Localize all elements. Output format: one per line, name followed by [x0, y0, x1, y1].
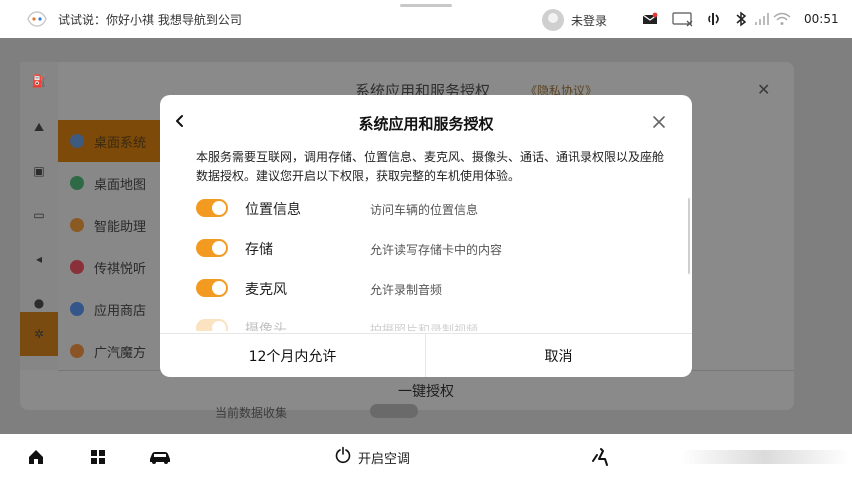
bg-gear-icon: ✲ [33, 327, 45, 341]
message-icon[interactable] [642, 10, 658, 28]
bg-menu-item: 桌面地图 [58, 162, 176, 204]
camera-toggle[interactable] [196, 319, 228, 331]
dock-fade-strip [680, 450, 850, 464]
bg-mic-icon: ● [33, 296, 45, 310]
permission-desc: 访问车辆的位置信息 [370, 203, 479, 217]
signal-icon [754, 10, 770, 28]
permission-name: 存储 [245, 242, 273, 258]
seat-icon[interactable] [588, 447, 610, 467]
cancel-button[interactable]: 取消 [426, 334, 691, 377]
ac-power-button[interactable]: 开启空调 [334, 446, 410, 468]
bg-menu-item: 桌面系统 [58, 120, 176, 162]
bg-speaker-icon: ◂ [35, 252, 43, 266]
authorization-dialog: 系统应用和服务授权 本服务需要互联网，调用存储、位置信息、麦克风、摄像头、通话、… [160, 95, 692, 377]
tv-disabled-icon [672, 10, 694, 28]
permission-name: 位置信息 [245, 202, 301, 218]
background-menu: 桌面系统 桌面地图 智能助理 传祺悦听 应用商店 广汽魔方 [58, 120, 176, 370]
permission-desc: 拍摄照片和录制视频 [370, 323, 479, 331]
permission-row-microphone: 麦克风 允许录制音频 [160, 273, 692, 303]
bg-close-icon: ✕ [757, 80, 771, 99]
pull-down-handle[interactable] [400, 4, 452, 7]
status-bar: 试试说：你好小祺 我想导航到公司 未登录 00:51 [0, 0, 852, 38]
bg-menu-dot-icon [70, 302, 84, 316]
microphone-toggle[interactable] [196, 279, 228, 297]
location-toggle[interactable] [196, 199, 228, 217]
one-key-authorize-button: 一键授权 [398, 384, 454, 400]
apps-grid-icon[interactable] [89, 447, 107, 467]
home-icon[interactable] [26, 447, 46, 467]
permission-row-storage: 存储 允许读写存储卡中的内容 [160, 233, 692, 263]
bg-menu-item: 传祺悦听 [58, 246, 176, 288]
bg-menu-dot-icon [70, 176, 84, 190]
permission-scrollbar[interactable] [688, 198, 690, 274]
bg-menu-dot-icon [70, 260, 84, 274]
bg-menu-dot-icon [70, 134, 84, 148]
allow-12-months-button[interactable]: 12个月内允许 [160, 334, 425, 377]
storage-toggle[interactable] [196, 239, 228, 257]
permission-row-camera: 摄像头 拍摄照片和录制视频 [160, 313, 692, 331]
power-icon [334, 446, 352, 468]
bg-menu-item: 广汽魔方 [58, 330, 176, 372]
bg-menu-dot-icon [70, 344, 84, 358]
permission-name: 麦克风 [245, 282, 287, 298]
bg-gas-station-icon: ⛽ [31, 74, 47, 88]
background-icon-column: ⛽ ⛰ ▣ ▭ ◂ ● ✲ [20, 62, 58, 370]
permission-desc: 允许读写存储卡中的内容 [370, 243, 503, 257]
car-icon[interactable] [148, 447, 172, 467]
clock: 00:51 [804, 12, 839, 26]
login-status[interactable]: 未登录 [571, 12, 607, 29]
bg-mountain-icon: ⛰ [33, 120, 45, 134]
ac-label: 开启空调 [358, 451, 411, 467]
avatar[interactable] [542, 9, 564, 31]
dialog-title: 系统应用和服务授权 [358, 115, 494, 133]
wifi-icon [773, 10, 791, 28]
bg-bus-icon: ▣ [33, 164, 45, 178]
bottom-dock: 开启空调 [0, 434, 852, 479]
nfc-icon [708, 10, 722, 28]
bluetooth-icon [735, 10, 747, 28]
dialog-footer: 12个月内允许 取消 [160, 333, 692, 377]
bg-menu-item: 智能助理 [58, 204, 176, 246]
close-icon[interactable] [650, 113, 668, 131]
bg-pill [370, 404, 418, 418]
permission-name: 摄像头 [245, 322, 287, 331]
assistant-logo-icon[interactable] [26, 10, 48, 28]
voice-hint-text[interactable]: 试试说：你好小祺 我想导航到公司 [58, 11, 242, 28]
dialog-description: 本服务需要互联网，调用存储、位置信息、麦克风、摄像头、通话、通讯录权限以及座舱数… [196, 150, 665, 183]
bg-menu-item: 应用商店 [58, 288, 176, 330]
bg-monitor-icon: ▭ [33, 208, 45, 222]
bg-bottom-text: 当前数据收集 [215, 406, 288, 420]
permission-row-location: 位置信息 访问车辆的位置信息 [160, 193, 692, 223]
permission-desc: 允许录制音频 [370, 283, 443, 297]
permission-list[interactable]: 位置信息 访问车辆的位置信息 存储 允许读写存储卡中的内容 麦克风 允许录制音频… [160, 193, 692, 331]
bg-menu-dot-icon [70, 218, 84, 232]
